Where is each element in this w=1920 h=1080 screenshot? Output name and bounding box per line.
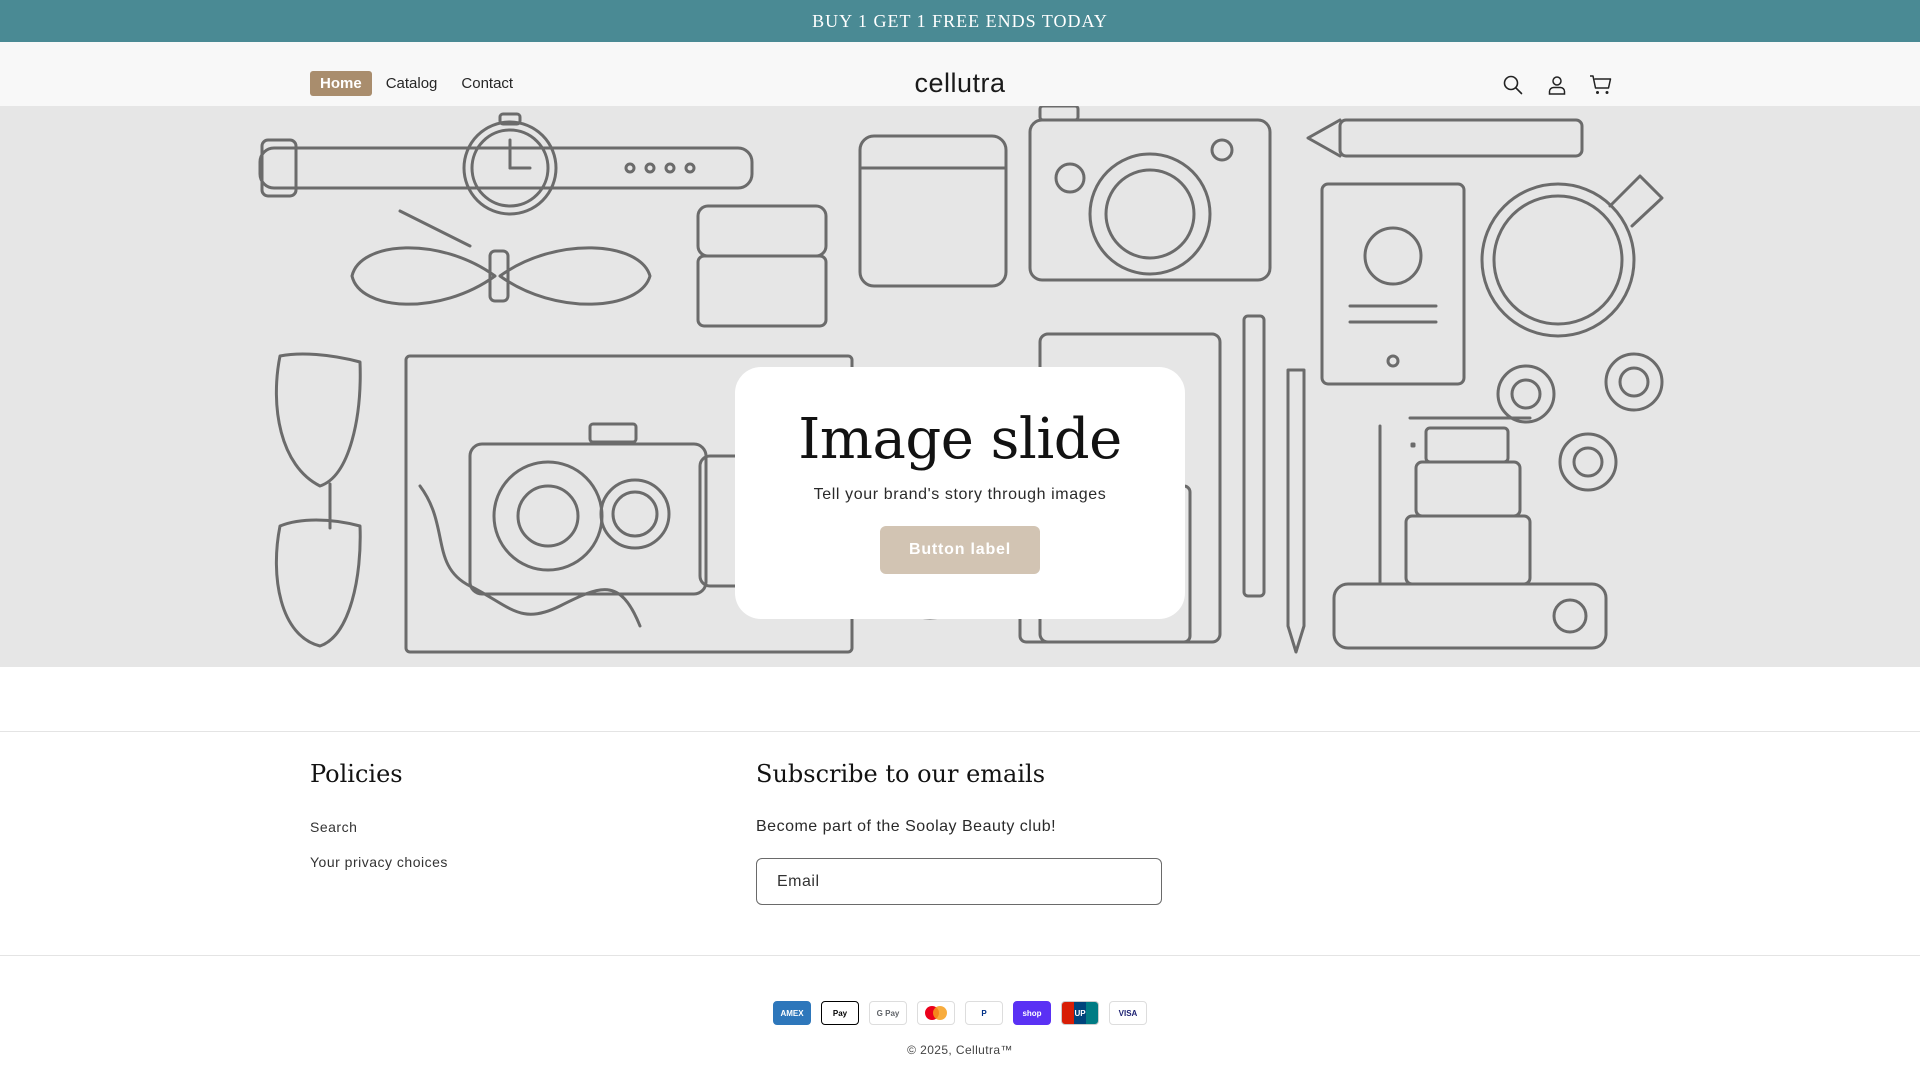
hero-title: Image slide bbox=[798, 407, 1122, 472]
footer-link-search[interactable]: Search bbox=[310, 819, 357, 835]
cart-icon[interactable] bbox=[1588, 72, 1614, 98]
site-header: Home Catalog Contact cellutra bbox=[0, 42, 1920, 106]
hero-subtitle: Tell your brand's story through images bbox=[813, 486, 1107, 503]
announcement-text: BUY 1 GET 1 FREE ENDS TODAY bbox=[812, 10, 1108, 31]
hero-card: Image slide Tell your brand's story thro… bbox=[735, 367, 1185, 619]
search-icon[interactable] bbox=[1500, 72, 1526, 98]
subscribe-heading: Subscribe to our emails bbox=[756, 760, 1046, 788]
shop-pay-icon: shop bbox=[1013, 1001, 1051, 1025]
footer-divider-bottom bbox=[0, 955, 1920, 956]
amex-icon: AMEX bbox=[773, 1001, 811, 1025]
account-icon[interactable] bbox=[1544, 72, 1570, 98]
copyright: © 2025, Cellutra™ bbox=[907, 1043, 1013, 1057]
footer-divider-top bbox=[0, 731, 1920, 732]
footer-link-privacy[interactable]: Your privacy choices bbox=[310, 854, 448, 870]
hero-banner: Image slide Tell your brand's story thro… bbox=[0, 106, 1920, 667]
mastercard-icon bbox=[917, 1001, 955, 1025]
visa-icon: VISA bbox=[1109, 1001, 1147, 1025]
store-logo[interactable]: cellutra bbox=[0, 68, 1920, 99]
email-field[interactable]: Email bbox=[756, 858, 1162, 905]
paypal-icon: P bbox=[965, 1001, 1003, 1025]
google-pay-icon: G Pay bbox=[869, 1001, 907, 1025]
subscribe-text: Become part of the Soolay Beauty club! bbox=[756, 818, 1057, 835]
apple-pay-icon: Pay bbox=[821, 1001, 859, 1025]
announcement-bar: BUY 1 GET 1 FREE ENDS TODAY bbox=[0, 0, 1920, 42]
hero-button[interactable]: Button label bbox=[880, 526, 1040, 574]
payment-icons: AMEX Pay G Pay P shop UP VISA bbox=[773, 1001, 1157, 1025]
unionpay-icon: UP bbox=[1061, 1001, 1099, 1025]
header-icons bbox=[1482, 72, 1614, 98]
policies-heading: Policies bbox=[310, 760, 403, 788]
